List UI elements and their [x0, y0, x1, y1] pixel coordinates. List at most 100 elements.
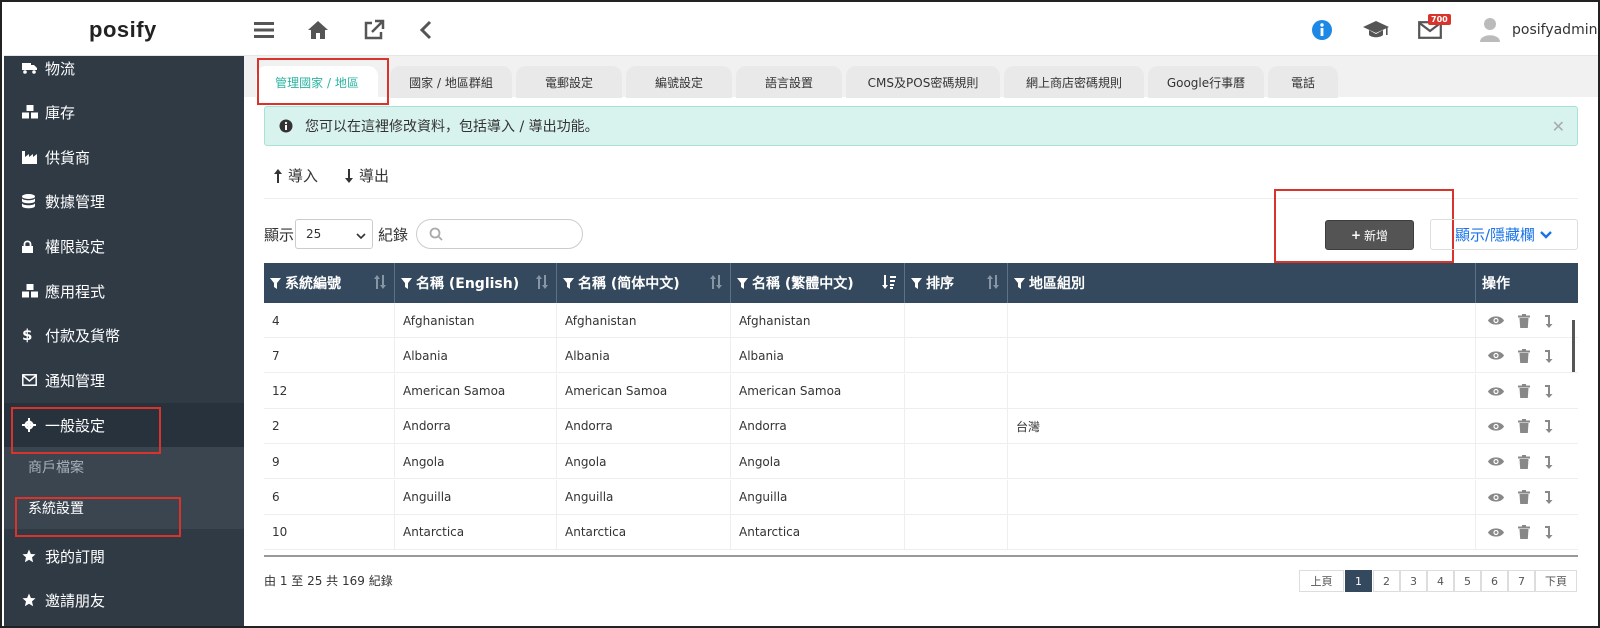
column-header-id[interactable]: 系統編號 [264, 263, 395, 303]
filter-icon [563, 277, 574, 289]
eye-icon[interactable] [1488, 421, 1504, 432]
sidebar-item-data-management[interactable]: 數據管理 [4, 179, 244, 223]
page-size-select[interactable]: 25 [295, 219, 373, 249]
sidebar-item-suppliers[interactable]: 供貨商 [4, 135, 244, 179]
horizontal-scrollbar[interactable] [264, 555, 1578, 557]
tab-online-store-password-rules[interactable]: 網上商店密碼規則 [1004, 66, 1144, 98]
tab-phone[interactable]: 電話 [1268, 66, 1338, 98]
table-row: 4 Afghanistan Afghanistan Afghanistan [264, 303, 1578, 338]
cell-tc: American Samoa [731, 373, 905, 409]
tab-language-settings[interactable]: 語言設置 [736, 66, 842, 98]
sidebar-item-label: 邀請朋友 [45, 591, 106, 610]
eye-icon[interactable] [1488, 492, 1504, 503]
sidebar-item-label: 供貨商 [45, 148, 91, 167]
cell-id: 2 [264, 408, 395, 444]
trash-icon[interactable] [1518, 419, 1530, 434]
move-down-icon[interactable] [1544, 525, 1554, 540]
search-input[interactable] [416, 219, 583, 249]
back-chevron-icon[interactable] [412, 16, 440, 44]
trash-icon[interactable] [1518, 313, 1530, 328]
graduation-cap-icon[interactable] [1362, 16, 1390, 44]
add-button[interactable]: + 新增 [1325, 220, 1414, 250]
tab-numbering-settings[interactable]: 編號設定 [626, 66, 732, 98]
trash-icon[interactable] [1518, 490, 1530, 504]
sidebar-subitem-merchant-profile[interactable]: 商戶檔案 [4, 447, 244, 487]
move-down-icon[interactable] [1544, 419, 1554, 434]
column-header-sort-order[interactable]: 排序 [905, 263, 1008, 303]
move-down-icon[interactable] [1544, 314, 1554, 328]
eye-icon[interactable] [1488, 527, 1504, 538]
eye-icon[interactable] [1488, 315, 1504, 326]
eye-icon[interactable] [1488, 456, 1504, 467]
cell-sort [905, 479, 1008, 515]
eye-icon[interactable] [1488, 350, 1504, 361]
trash-icon[interactable] [1518, 454, 1530, 469]
envelope-icon [22, 374, 42, 386]
divider [264, 198, 1578, 199]
column-header-name-tc[interactable]: 名稱 (繁體中文) [731, 263, 905, 303]
sidebar-item-inventory[interactable]: 庫存 [4, 90, 244, 134]
cell-id: 10 [264, 514, 395, 550]
sort-icon [710, 275, 722, 293]
sidebar-subitem-system-settings[interactable]: 系統設置 [4, 487, 244, 529]
move-down-icon[interactable] [1544, 349, 1554, 363]
show-label: 顯示 [264, 226, 295, 244]
table-row: 12 American Samoa American Samoa American S… [264, 373, 1578, 409]
table-row: 9 Angola Angola Angola [264, 444, 1578, 480]
search-icon [429, 227, 443, 241]
close-icon[interactable]: ✕ [1552, 117, 1565, 136]
trash-icon[interactable] [1518, 384, 1530, 399]
export-button[interactable]: 導出 [345, 165, 389, 186]
cell-sort [905, 373, 1008, 409]
sidebar-item-general-settings[interactable]: 一般設定 [4, 403, 244, 447]
user-avatar-icon[interactable] [1476, 16, 1504, 44]
trash-icon[interactable] [1518, 348, 1530, 363]
row-actions [1482, 303, 1554, 338]
page-button-6[interactable]: 6 [1481, 570, 1508, 592]
sidebar-item-payment-currency[interactable]: $ 付款及貨幣 [4, 313, 244, 357]
sort-icon [374, 275, 386, 293]
move-down-icon[interactable] [1544, 384, 1554, 399]
sidebar-item-subscription[interactable]: 我的訂閱 [4, 534, 244, 578]
import-button[interactable]: 導入 [274, 165, 318, 186]
page-button-1[interactable]: 1 [1345, 570, 1372, 592]
tab-google-calendar[interactable]: Google行事曆 [1148, 66, 1264, 98]
column-header-region-group[interactable]: 地區組別 [1008, 263, 1476, 303]
column-header-name-sc[interactable]: 名稱 (简体中文) [557, 263, 731, 303]
app-window: posify 700 posifyadmin 物流 庫存 供貨商 數據管理 權限… [0, 0, 1600, 628]
logo: posify [89, 17, 157, 42]
username[interactable]: posifyadmin [1512, 22, 1597, 38]
trash-icon[interactable] [1518, 525, 1530, 540]
vertical-scrollbar[interactable] [1572, 320, 1575, 372]
page-button-2[interactable]: 2 [1373, 570, 1400, 592]
column-header-name-en[interactable]: 名稱 (English) [395, 263, 557, 303]
eye-icon[interactable] [1488, 386, 1504, 397]
move-down-icon[interactable] [1544, 455, 1554, 469]
chevron-down-icon [1539, 230, 1553, 240]
info-icon[interactable] [1308, 16, 1336, 44]
external-link-icon[interactable] [360, 16, 388, 44]
column-visibility-toggle[interactable]: 顯示/隱藏欄 [1430, 219, 1578, 250]
tab-manage-countries[interactable]: 管理國家 / 地區 [256, 66, 378, 98]
cell-id: 7 [264, 338, 395, 374]
sidebar-item-logistics[interactable]: 物流 [4, 46, 244, 90]
prev-page-button[interactable]: 上頁 [1299, 570, 1344, 592]
tab-country-groups[interactable]: 國家 / 地區群組 [390, 66, 512, 98]
star-icon [22, 549, 42, 563]
hamburger-icon[interactable] [250, 16, 278, 44]
sidebar-item-apps[interactable]: 應用程式 [4, 269, 244, 313]
page-button-5[interactable]: 5 [1454, 570, 1481, 592]
sidebar-item-invite-friends[interactable]: 邀請朋友 [4, 578, 244, 622]
sidebar-item-permissions[interactable]: 權限設定 [4, 224, 244, 268]
page-button-7[interactable]: 7 [1508, 570, 1535, 592]
sort-icon [987, 275, 999, 293]
sidebar-item-notifications[interactable]: 通知管理 [4, 358, 244, 402]
move-down-icon[interactable] [1544, 490, 1554, 504]
page-button-4[interactable]: 4 [1427, 570, 1454, 592]
page-button-3[interactable]: 3 [1400, 570, 1427, 592]
tab-email-settings[interactable]: 電郵設定 [516, 66, 622, 98]
tab-cms-pos-password-rules[interactable]: CMS及POS密碼規則 [846, 66, 1000, 98]
row-actions [1482, 338, 1554, 373]
home-icon[interactable] [304, 16, 332, 44]
next-page-button[interactable]: 下頁 [1535, 570, 1577, 592]
